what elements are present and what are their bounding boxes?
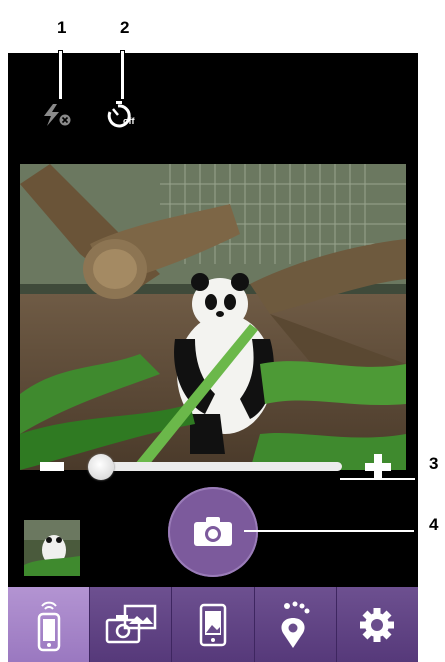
phone-camera-icon <box>37 601 60 651</box>
nav-tab-gallery[interactable] <box>90 587 173 662</box>
bottom-navigation <box>8 587 419 662</box>
flash-off-icon[interactable] <box>40 102 74 133</box>
camera-gallery-icon <box>105 604 157 643</box>
location-pin-icon <box>281 601 310 648</box>
callout-line-3-shadow <box>340 480 418 482</box>
zoom-out-button[interactable] <box>40 462 64 471</box>
settings-gear-icon <box>360 607 395 642</box>
last-photo-thumbnail[interactable] <box>24 520 80 576</box>
camera-preview[interactable] <box>20 164 406 470</box>
nav-tab-phone-gallery[interactable] <box>172 587 255 662</box>
callout-number-3: 3 <box>429 454 439 473</box>
timer-off-label: off <box>123 116 135 126</box>
zoom-slider-track[interactable] <box>100 462 342 471</box>
zoom-slider-handle[interactable] <box>88 454 114 480</box>
phone-picture-icon <box>199 603 227 646</box>
nav-tab-settings[interactable] <box>336 587 419 662</box>
timer-off-icon[interactable]: off <box>104 100 144 135</box>
callout-line-4 <box>244 530 414 532</box>
callout-number-4: 4 <box>429 515 439 534</box>
callout-line-2 <box>120 50 125 100</box>
camera-icon <box>194 517 232 546</box>
preview-image <box>20 164 406 470</box>
callout-number-2: 2 <box>120 18 130 37</box>
shutter-button[interactable] <box>168 487 258 577</box>
nav-tab-camera[interactable] <box>8 587 91 662</box>
nav-tab-location[interactable] <box>254 587 337 662</box>
callout-number-1: 1 <box>57 18 67 37</box>
callout-line-1 <box>58 50 63 100</box>
